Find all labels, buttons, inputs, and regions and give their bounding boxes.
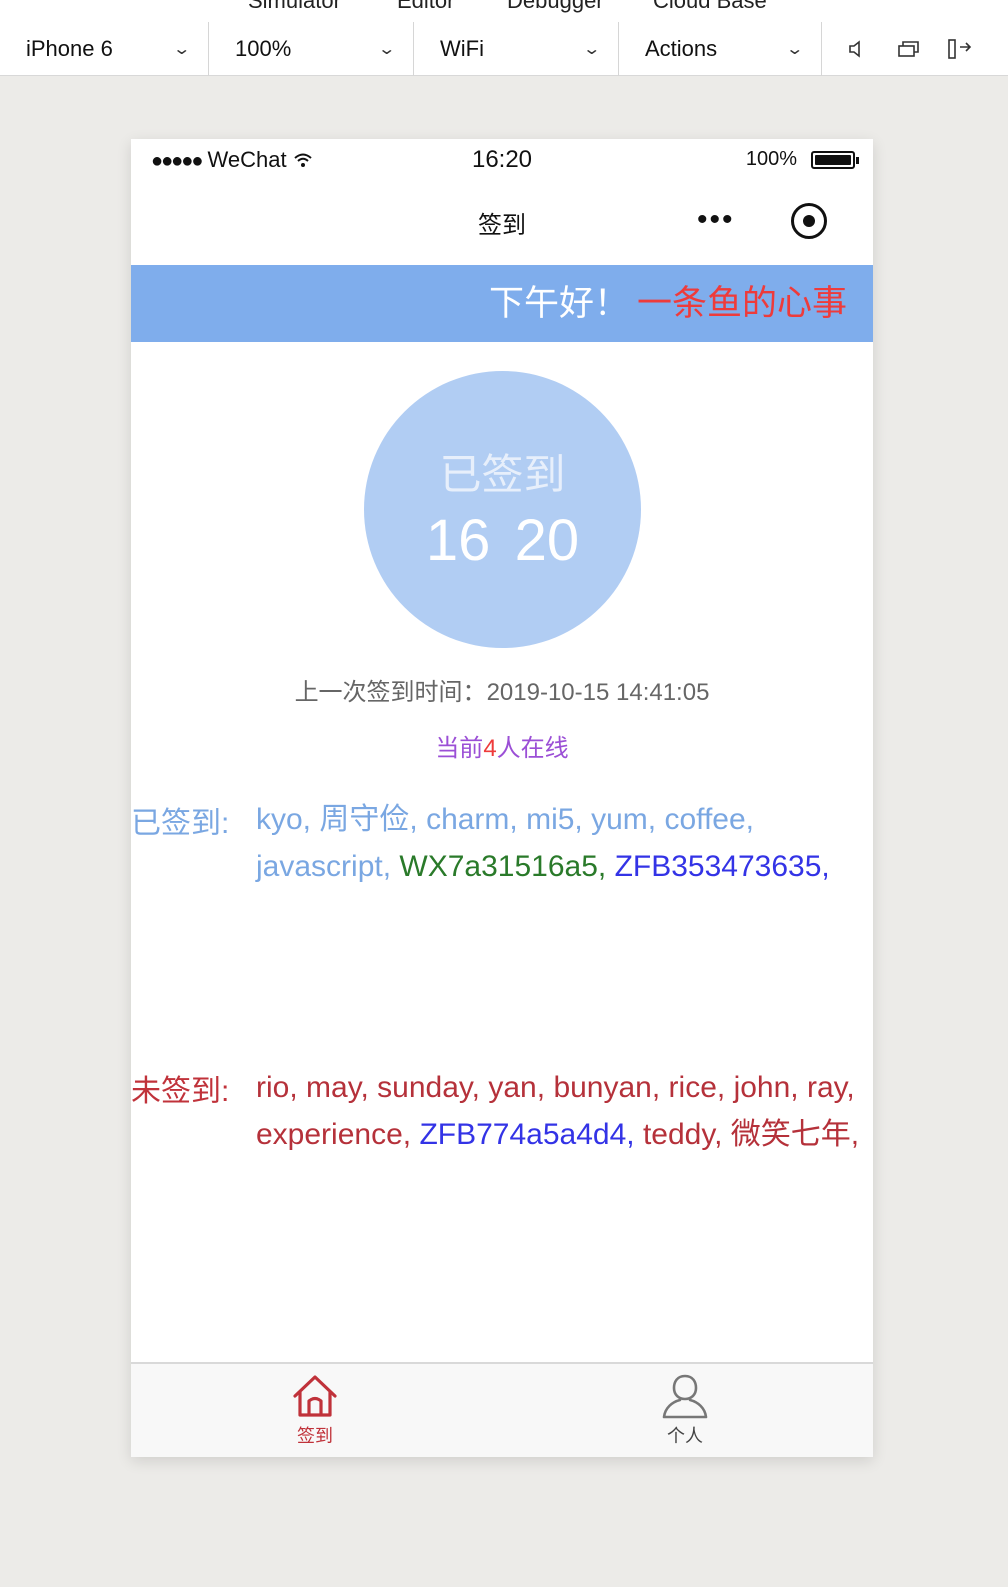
tab-profile[interactable]: 个人 <box>615 1364 755 1457</box>
greeting-text: 下午好！ <box>488 284 629 323</box>
user-name: coffee, <box>664 803 755 836</box>
user-name: mi5, <box>526 803 583 836</box>
online-suffix: 人在线 <box>496 735 569 762</box>
home-icon <box>293 1375 337 1417</box>
checkin-time: 16 20 <box>364 507 641 574</box>
checkin-status: 已签到 <box>439 451 566 498</box>
tab-label-checkin: 签到 <box>297 1426 333 1446</box>
checkin-button[interactable]: 已签到 16 20 <box>364 371 641 648</box>
user-name: kyo, <box>256 803 312 836</box>
phone-screen: ●●●●● WeChat 16:20 100% 签到 ••• 下午好！ 一条鱼的心… <box>131 139 873 1457</box>
user-name: yan, <box>488 1071 546 1104</box>
zoom-select[interactable]: 100% ⌄ <box>209 22 414 76</box>
user-name: may, <box>306 1071 369 1104</box>
last-checkin-time: 2019-10-15 14:41:05 <box>486 679 710 706</box>
user-name: charm, <box>426 803 518 836</box>
user-name: WX7a31516a5, <box>399 850 607 883</box>
last-checkin-label: 上一次签到时间： <box>294 679 487 706</box>
online-prefix: 当前 <box>435 735 484 762</box>
user-name: ZFB353473635, <box>614 850 830 883</box>
tab-cloud-base[interactable]: Cloud Base <box>653 0 767 14</box>
checkin-hour: 16 <box>425 508 491 573</box>
user-name: rio, <box>256 1071 298 1104</box>
window-icon[interactable] <box>888 22 928 76</box>
nav-bar: 签到 ••• <box>131 181 873 265</box>
device-select-value: iPhone 6 <box>26 36 113 61</box>
tab-simulator[interactable]: Simulator <box>248 0 341 14</box>
chevron-down-icon: ⌄ <box>581 41 601 58</box>
speaker-icon[interactable] <box>836 22 876 76</box>
tab-bar: 签到 个人 <box>131 1362 873 1457</box>
chevron-down-icon: ⌄ <box>171 41 191 58</box>
last-checkin: 上一次签到时间：2019-10-15 14:41:05 <box>131 672 873 707</box>
tab-label-profile: 个人 <box>667 1426 703 1446</box>
user-name: rice, <box>668 1071 726 1104</box>
user-name: teddy, <box>642 1118 723 1151</box>
unsigned-label: 未签到: <box>131 1075 230 1108</box>
person-icon <box>662 1374 708 1419</box>
tab-editor[interactable]: Editor <box>397 0 454 14</box>
signed-name-list: kyo, 周守俭, charm, mi5, yum, coffee, javas… <box>256 796 871 890</box>
user-name: yum, <box>591 803 657 836</box>
page-title: 签到 <box>478 212 526 239</box>
more-icon[interactable]: ••• <box>697 203 735 237</box>
network-select-value: WiFi <box>440 36 484 61</box>
user-name: javascript, <box>256 850 392 883</box>
devtools-tab-strip: Simulator Editor Debugger Cloud Base <box>0 0 1008 22</box>
battery-percent: 100% <box>745 148 797 170</box>
user-name: 周守俭, <box>319 803 418 836</box>
user-name: 微笑七年, <box>730 1118 860 1151</box>
actions-select-value: Actions <box>645 36 718 61</box>
signed-label: 已签到: <box>131 807 230 840</box>
user-name: experience, <box>256 1118 412 1151</box>
chevron-down-icon: ⌄ <box>376 41 396 58</box>
battery-icon <box>811 151 859 169</box>
chevron-down-icon: ⌄ <box>784 41 804 58</box>
user-name: ray, <box>806 1071 855 1104</box>
user-name: sunday, <box>377 1071 481 1104</box>
username: 一条鱼的心事 <box>636 284 847 323</box>
tab-checkin[interactable]: 签到 <box>245 1364 385 1457</box>
tab-debugger[interactable]: Debugger <box>507 0 604 14</box>
device-select[interactable]: iPhone 6 ⌄ <box>0 22 209 76</box>
online-number: 4 <box>483 735 497 762</box>
network-select[interactable]: WiFi ⌄ <box>414 22 619 76</box>
unsigned-name-list: rio, may, sunday, yan, bunyan, rice, joh… <box>256 1064 871 1158</box>
user-name: ZFB774a5a4d4, <box>419 1118 635 1151</box>
user-name: bunyan, <box>553 1071 661 1104</box>
online-count: 当前4人在线 <box>131 728 873 763</box>
greeting-banner: 下午好！ 一条鱼的心事 <box>131 265 873 342</box>
user-name: john, <box>733 1071 799 1104</box>
actions-select[interactable]: Actions ⌄ <box>619 22 822 76</box>
status-bar: ●●●●● WeChat 16:20 100% <box>131 139 873 181</box>
zoom-select-value: 100% <box>235 36 292 61</box>
close-capsule-icon[interactable] <box>791 203 827 239</box>
simulator-toolbar: iPhone 6 ⌄ 100% ⌄ WiFi ⌄ Actions ⌄ <box>0 22 1008 76</box>
detach-icon[interactable] <box>940 22 980 76</box>
checkin-minute: 20 <box>514 508 580 573</box>
